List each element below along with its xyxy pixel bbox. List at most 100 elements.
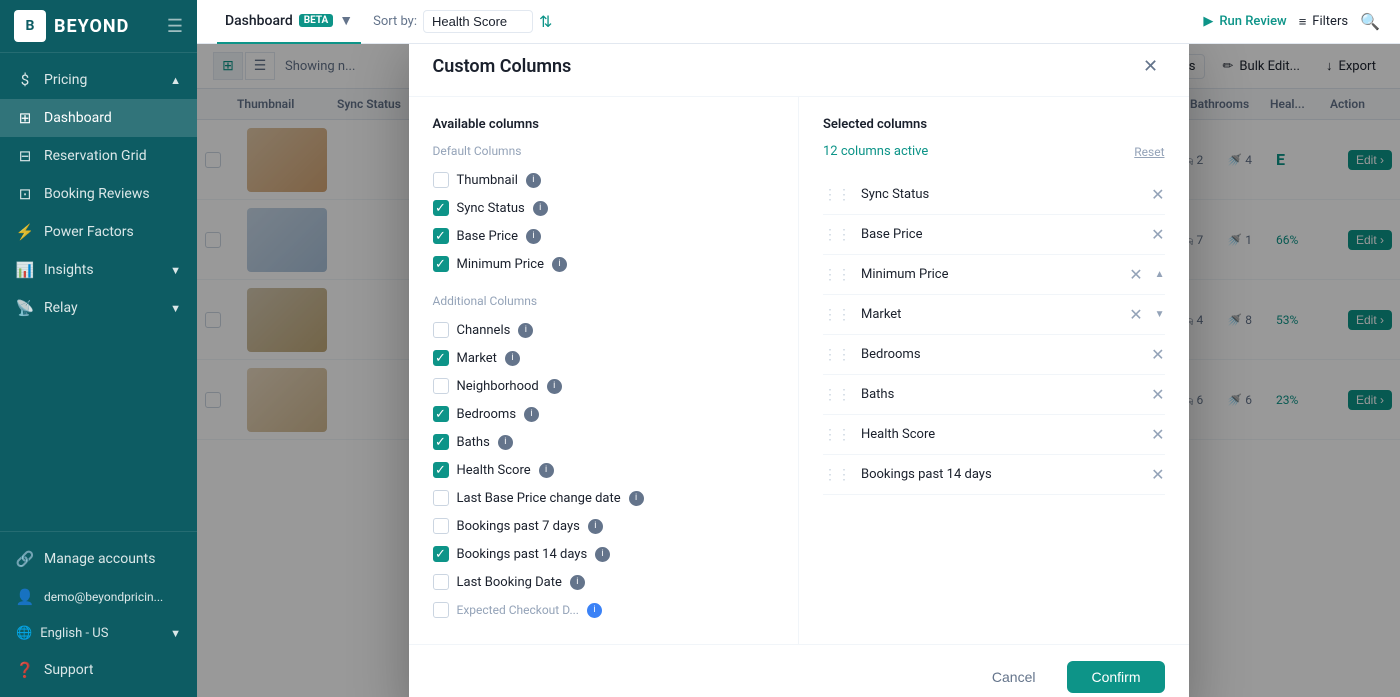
col-checkbox-sync-status[interactable]: ✓ [433, 200, 449, 216]
search-icon[interactable]: 🔍 [1360, 12, 1380, 31]
sidebar-item-language[interactable]: 🌐 English - US ▼ [0, 616, 197, 651]
sidebar-item-reservation-grid[interactable]: ⊟ Reservation Grid [0, 137, 197, 175]
col-label-last-base-price: Last Base Price change date [457, 491, 621, 506]
confirm-button[interactable]: Confirm [1067, 661, 1164, 693]
sidebar-item-booking-reviews[interactable]: ⊡ Booking Reviews [0, 175, 197, 213]
dashboard-icon: ⊞ [16, 109, 34, 127]
col-label-minimum-price: Minimum Price [457, 257, 545, 272]
drag-handle-bookings-14[interactable]: ⋮⋮ [823, 467, 851, 483]
remove-base-price-button[interactable]: ✕ [1151, 225, 1164, 244]
tab-dropdown-icon[interactable]: ▼ [339, 12, 353, 29]
sidebar-item-power-factors[interactable]: ⚡ Power Factors [0, 213, 197, 251]
reservation-grid-icon: ⊟ [16, 147, 34, 165]
remove-bedrooms-button[interactable]: ✕ [1151, 345, 1164, 364]
col-label-market: Market [457, 351, 497, 366]
info-icon-baths[interactable]: i [498, 435, 513, 450]
sort-down-icon[interactable]: ▼ [1155, 309, 1165, 320]
drag-handle-health-score[interactable]: ⋮⋮ [823, 427, 851, 443]
col-checkbox-last-booking-date[interactable] [433, 574, 449, 590]
sidebar-item-manage-accounts[interactable]: 🔗 Manage accounts [0, 540, 197, 578]
sidebar-item-support[interactable]: ❓ Support [0, 651, 197, 689]
col-checkbox-bookings-14[interactable]: ✓ [433, 546, 449, 562]
selected-col-bookings-14: ⋮⋮ Bookings past 14 days ✕ [823, 455, 1165, 495]
filters-button[interactable]: ≡ Filters [1299, 14, 1348, 30]
tab-dashboard[interactable]: Dashboard BETA ▼ [217, 0, 361, 44]
col-item-base-price: ✓ Base Price i [433, 222, 775, 250]
info-icon-last-base-price[interactable]: i [629, 491, 644, 506]
selected-col-sync-status: ⋮⋮ Sync Status ✕ [823, 175, 1165, 215]
modal-title: Custom Columns [433, 56, 572, 77]
drag-handle-sync-status[interactable]: ⋮⋮ [823, 187, 851, 203]
selected-col-label: Sync Status [861, 187, 929, 202]
remove-market-button[interactable]: ✕ [1129, 305, 1142, 324]
sort-arrows-minimum-price: ▲ [1155, 269, 1165, 280]
selected-col-health-score: ⋮⋮ Health Score ✕ [823, 415, 1165, 455]
booking-reviews-icon: ⊡ [16, 185, 34, 203]
col-checkbox-health-score[interactable]: ✓ [433, 462, 449, 478]
info-icon-expected-checkout[interactable]: i [587, 603, 602, 618]
sidebar-item-label: demo@beyondpricin... [44, 590, 163, 604]
info-icon-thumbnail[interactable]: i [526, 173, 541, 188]
sidebar-item-insights[interactable]: 📊 Insights ▼ [0, 251, 197, 289]
sidebar-item-label: Power Factors [44, 224, 134, 240]
drag-handle-market[interactable]: ⋮⋮ [823, 307, 851, 323]
selected-col-market: ⋮⋮ Market ✕ ▼ [823, 295, 1165, 335]
modal-overlay: Custom Columns ✕ Available columns Defau… [197, 44, 1400, 697]
info-icon-market[interactable]: i [505, 351, 520, 366]
sidebar-item-pricing[interactable]: $ Pricing ▲ [0, 61, 197, 99]
sidebar-item-label: Dashboard [44, 110, 112, 126]
col-checkbox-thumbnail[interactable] [433, 172, 449, 188]
selected-col-label: Market [861, 307, 901, 322]
remove-minimum-price-button[interactable]: ✕ [1129, 265, 1142, 284]
drag-handle-base-price[interactable]: ⋮⋮ [823, 227, 851, 243]
drag-handle-bedrooms[interactable]: ⋮⋮ [823, 347, 851, 363]
col-checkbox-baths[interactable]: ✓ [433, 434, 449, 450]
selected-columns-title: Selected columns [823, 117, 927, 132]
run-review-button[interactable]: ▶ Run Review [1203, 14, 1286, 29]
info-icon-channels[interactable]: i [518, 323, 533, 338]
reset-button[interactable]: Reset [1134, 145, 1164, 159]
selected-col-bedrooms: ⋮⋮ Bedrooms ✕ [823, 335, 1165, 375]
sort-filter-icon[interactable]: ⇅ [539, 12, 552, 31]
drag-handle-baths[interactable]: ⋮⋮ [823, 387, 851, 403]
remove-health-score-button[interactable]: ✕ [1151, 425, 1164, 444]
modal-header: Custom Columns ✕ [409, 44, 1189, 97]
col-checkbox-base-price[interactable]: ✓ [433, 228, 449, 244]
info-icon-bookings-14[interactable]: i [595, 547, 610, 562]
info-icon-minimum-price[interactable]: i [552, 257, 567, 272]
sidebar-item-relay[interactable]: 📡 Relay ▼ [0, 289, 197, 327]
info-icon-last-booking-date[interactable]: i [570, 575, 585, 590]
filters-label: Filters [1312, 14, 1348, 29]
selected-col-label: Baths [861, 387, 894, 402]
drag-handle-minimum-price[interactable]: ⋮⋮ [823, 267, 851, 283]
info-icon-neighborhood[interactable]: i [547, 379, 562, 394]
sort-arrows-market: ▼ [1155, 309, 1165, 320]
remove-sync-status-button[interactable]: ✕ [1151, 185, 1164, 204]
sidebar-toggle-icon[interactable]: ☰ [167, 16, 183, 37]
col-checkbox-bookings-7[interactable] [433, 518, 449, 534]
info-icon-sync-status[interactable]: i [533, 201, 548, 216]
col-checkbox-minimum-price[interactable]: ✓ [433, 256, 449, 272]
cancel-button[interactable]: Cancel [972, 661, 1056, 693]
info-icon-base-price[interactable]: i [526, 229, 541, 244]
info-icon-bedrooms[interactable]: i [524, 407, 539, 422]
col-checkbox-market[interactable]: ✓ [433, 350, 449, 366]
modal-close-button[interactable]: ✕ [1137, 52, 1165, 80]
sidebar-item-dashboard[interactable]: ⊞ Dashboard [0, 99, 197, 137]
col-item-bookings-14: ✓ Bookings past 14 days i [433, 540, 775, 568]
sort-up-icon[interactable]: ▲ [1155, 269, 1165, 280]
additional-columns-label: Additional Columns [433, 294, 775, 308]
col-checkbox-channels[interactable] [433, 322, 449, 338]
col-checkbox-expected-checkout[interactable] [433, 602, 449, 618]
info-icon-health-score[interactable]: i [539, 463, 554, 478]
remove-baths-button[interactable]: ✕ [1151, 385, 1164, 404]
sidebar-item-user-account[interactable]: 👤 demo@beyondpricin... [0, 578, 197, 616]
sort-select[interactable]: Health Score [423, 10, 533, 33]
col-checkbox-last-base-price[interactable] [433, 490, 449, 506]
sidebar-item-label: Insights [44, 262, 94, 278]
col-checkbox-neighborhood[interactable] [433, 378, 449, 394]
tab-dashboard-label: Dashboard [225, 13, 293, 29]
col-checkbox-bedrooms[interactable]: ✓ [433, 406, 449, 422]
remove-bookings-14-button[interactable]: ✕ [1151, 465, 1164, 484]
info-icon-bookings-7[interactable]: i [588, 519, 603, 534]
